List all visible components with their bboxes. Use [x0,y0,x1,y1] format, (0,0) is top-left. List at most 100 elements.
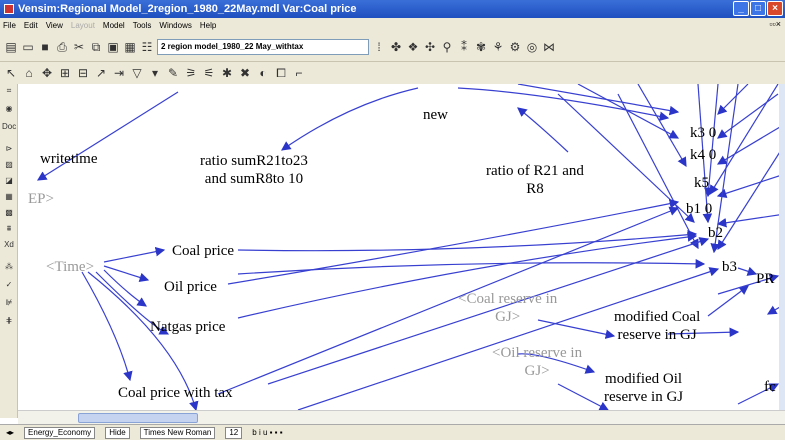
tool-g-icon[interactable]: ✾ [474,40,488,54]
label-modified-oil-reserve[interactable]: modified Oil reserve in GJ [604,370,683,406]
label-modified-oil-line-1: modified Oil [605,371,683,387]
causes-tree-icon[interactable]: ⌗ [2,86,16,99]
hide-icon[interactable]: ⚟ [202,66,216,80]
graph-tool-icon[interactable]: ◪ [2,176,16,189]
label-ratio-sum[interactable]: ratio sumR21to23 and sumR8to 10 [200,152,308,188]
box-variable-icon[interactable]: ⊟ [76,66,90,80]
arrow-icon[interactable]: ↗ [94,66,108,80]
menu-help[interactable]: Help [200,21,216,30]
label-time[interactable]: <Time> [46,258,94,276]
tool-f-icon[interactable]: ⁑ [457,40,471,54]
rate-icon[interactable]: ⇥ [112,66,126,80]
loops-icon[interactable]: ⊳ [2,144,16,157]
label-writetime[interactable]: writetime [40,150,97,168]
sensitivity-icon[interactable]: ✓ [2,280,16,293]
equations-icon[interactable]: ✖ [238,66,252,80]
tool-i-icon[interactable]: ⚙ [508,40,522,54]
causes-strip-icon[interactable]: ▨ [2,160,16,173]
label-coal-reserve[interactable]: <Coal reserve in GJ> [458,290,557,326]
paste-icon[interactable]: ▣ [106,40,120,54]
menu-windows[interactable]: Windows [159,21,191,30]
label-b3[interactable]: b3 [722,258,737,276]
maximize-button[interactable]: □ [750,1,766,16]
menu-bar: File Edit View Layout Model Tools Window… [0,18,785,32]
tool-k-icon[interactable]: ⋈ [542,40,556,54]
tool-a-icon[interactable]: ⁞ [372,40,386,54]
font-selector[interactable]: Times New Roman [139,426,216,439]
label-oil-reserve[interactable]: <Oil reserve in GJ> [492,344,582,380]
move-icon[interactable]: ✥ [40,66,54,80]
tool-e-icon[interactable]: ⚲ [440,40,454,54]
tool-b-icon[interactable]: ✤ [389,40,403,54]
menu-view[interactable]: View [46,21,63,30]
view-selector[interactable]: Energy_Economy [24,426,96,439]
run-simulation-icon[interactable]: ☷ [140,40,154,54]
label-pr[interactable]: PR [756,270,774,288]
input-output-icon[interactable]: ▾ [148,66,162,80]
menu-layout[interactable]: Layout [71,21,95,30]
sketch-comment-icon[interactable]: ✎ [166,66,180,80]
menu-tools[interactable]: Tools [133,21,152,30]
diagram-canvas[interactable]: writetime EP> new ratio sumR21to23 and s… [18,84,785,410]
pointer-icon[interactable]: ↖ [4,66,18,80]
horizontal-scrollbar[interactable] [18,410,785,424]
model-name-field[interactable]: 2 region model_1980_22 May_withtax [157,38,369,55]
reality-check-icon[interactable]: ⁂ [2,262,16,275]
vertical-scrollbar[interactable] [779,84,785,410]
label-ratio-r21-line-1: ratio of R21 and [486,163,584,179]
shadow-variable-icon[interactable]: ▽ [130,66,144,80]
label-modified-coal-reserve[interactable]: modified Coal reserve in GJ [614,308,700,344]
document-tool-icon[interactable]: Doc [2,122,16,135]
statistics-icon[interactable]: ⊯ [2,298,16,311]
font-size-selector[interactable]: 12 [225,426,243,439]
cut-icon[interactable]: ✂ [72,40,86,54]
format-toolbar-icons[interactable]: b i u ▪ ▪ ▪ [252,428,282,437]
minimize-button[interactable]: _ [733,1,749,16]
label-k3[interactable]: k3 0 [690,124,716,142]
table-tool-icon[interactable]: ▦ [2,192,16,205]
unhide-icon[interactable]: ⚞ [184,66,198,80]
label-ratio-r21[interactable]: ratio of R21 and R8 [486,162,584,198]
hide-view-button[interactable]: Hide [105,426,130,439]
units-check-icon[interactable]: Xd [2,240,16,253]
label-natgas-price[interactable]: Natgas price [150,318,225,336]
tool-h-icon[interactable]: ⚘ [491,40,505,54]
menu-edit[interactable]: Edit [24,21,38,30]
set-up-simulation-icon[interactable]: ▦ [123,40,137,54]
label-k4[interactable]: k4 0 [690,146,716,164]
variable-icon[interactable]: ⊞ [58,66,72,80]
label-coal-price-with-tax[interactable]: Coal price with tax [118,384,233,402]
save-icon[interactable]: ■ [38,40,52,54]
delete-icon[interactable]: ✱ [220,66,234,80]
label-b1[interactable]: b1 0 [686,200,712,218]
label-new[interactable]: new [423,106,448,124]
lock-icon[interactable]: ⌂ [22,66,36,80]
restore-window-icon[interactable]: ▫▫× [769,19,781,29]
label-oil-price[interactable]: Oil price [164,278,217,296]
graph-icon[interactable]: ⧠ [274,66,288,80]
label-fc[interactable]: fc [764,378,776,396]
tool-d-icon[interactable]: ✣ [423,40,437,54]
print-icon[interactable]: ⎙ [55,40,69,54]
reference-mode-icon[interactable]: ◐ [256,66,270,80]
view-nav-arrows-icon[interactable]: ◂▸ [6,428,14,437]
new-model-icon[interactable]: ▤ [4,40,18,54]
menu-file[interactable]: File [3,21,16,30]
label-k5[interactable]: k5 [694,174,709,192]
document-icon[interactable]: ⌐ [292,66,306,80]
label-ep[interactable]: EP> [28,190,54,208]
copy-icon[interactable]: ⧉ [89,40,103,54]
label-b2[interactable]: b2 [708,224,723,242]
bar-graph-icon[interactable]: ⋕ [2,316,16,329]
tool-c-icon[interactable]: ❖ [406,40,420,54]
horizontal-scroll-thumb[interactable] [78,413,198,423]
open-model-icon[interactable]: ▭ [21,40,35,54]
menu-model[interactable]: Model [103,21,125,30]
uses-tree-icon[interactable]: ◉ [2,104,16,117]
vensim-app-icon [4,4,14,14]
table-time-down-icon[interactable]: ⩩ [2,224,16,237]
runs-compare-icon[interactable]: ▩ [2,208,16,221]
close-button[interactable]: × [767,1,783,16]
tool-j-icon[interactable]: ◎ [525,40,539,54]
label-coal-price[interactable]: Coal price [172,242,234,260]
